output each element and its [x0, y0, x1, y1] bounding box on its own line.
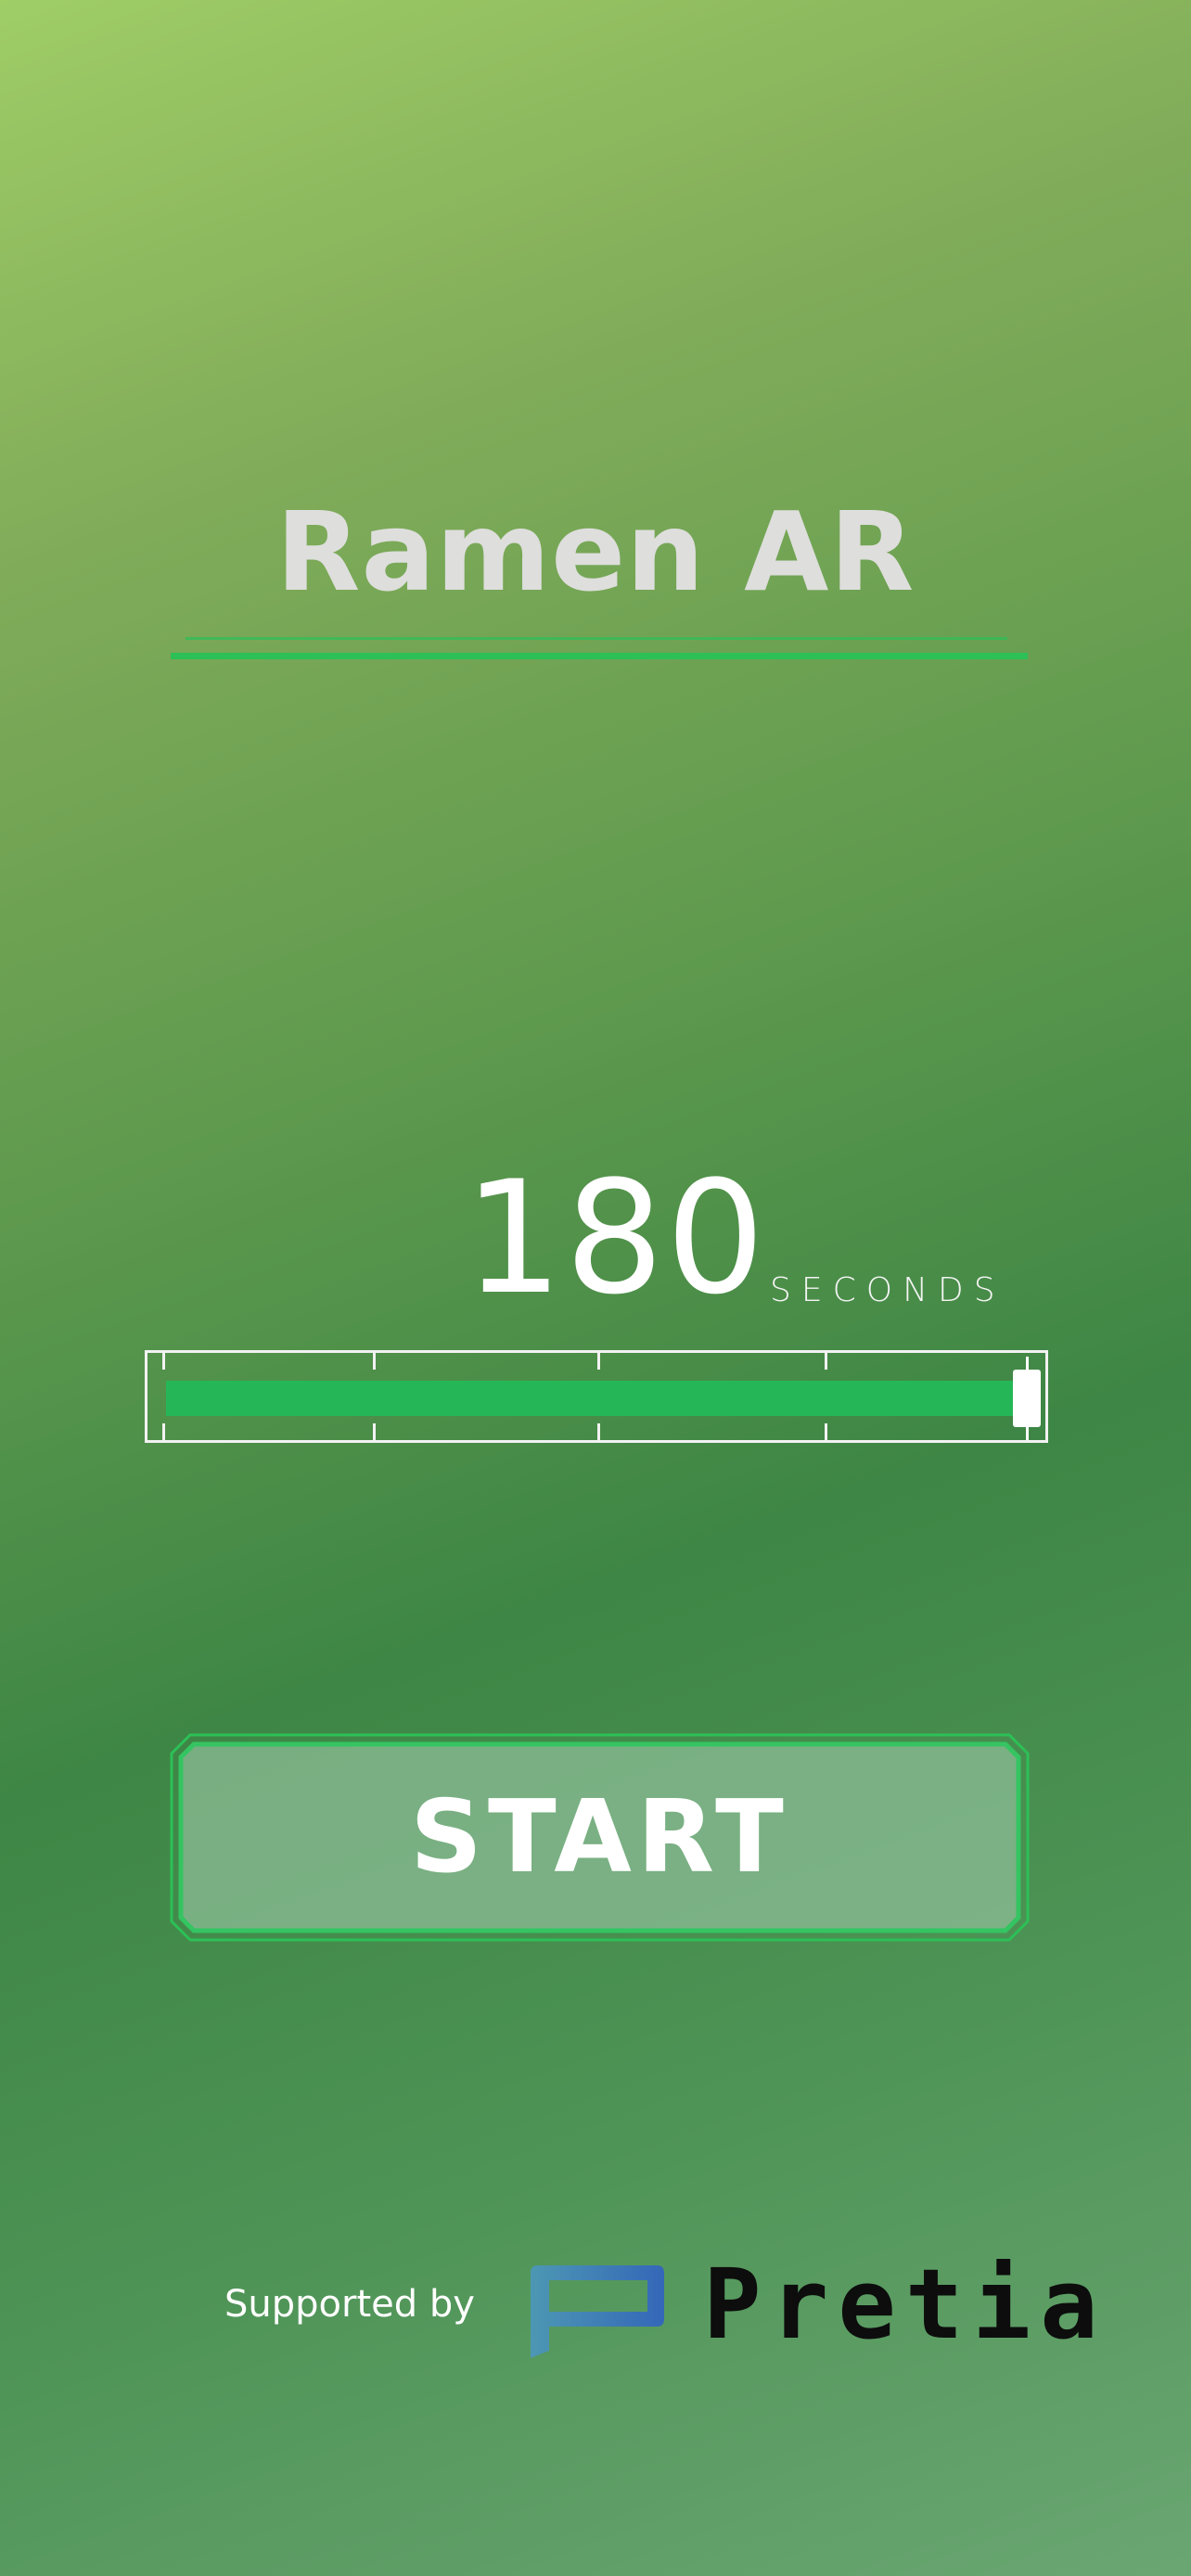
start-button[interactable]: START	[170, 1733, 1030, 1942]
slider-tick	[597, 1353, 600, 1370]
timer-slider-fill	[166, 1381, 1015, 1416]
sponsor-name: Pretia	[703, 2248, 1108, 2361]
timer-value: 180	[464, 1147, 767, 1329]
slider-tick	[162, 1353, 165, 1370]
start-button-label: START	[410, 1779, 789, 1895]
pretia-logo-icon	[529, 2265, 664, 2358]
slider-handle[interactable]	[1013, 1370, 1041, 1427]
slider-tick	[825, 1353, 827, 1370]
title-underline-thick	[171, 653, 1028, 659]
timer-unit-label: SECONDS	[770, 1271, 1005, 1309]
slider-tick	[373, 1423, 376, 1440]
supported-by-label: Supported by	[224, 2283, 475, 2326]
timer-slider[interactable]	[145, 1350, 1048, 1443]
slider-tick	[373, 1353, 376, 1370]
slider-tick	[597, 1423, 600, 1440]
slider-tick	[825, 1423, 827, 1440]
title-underline-thin	[186, 637, 1007, 640]
app-title: Ramen AR	[275, 488, 916, 616]
slider-tick	[162, 1423, 165, 1440]
